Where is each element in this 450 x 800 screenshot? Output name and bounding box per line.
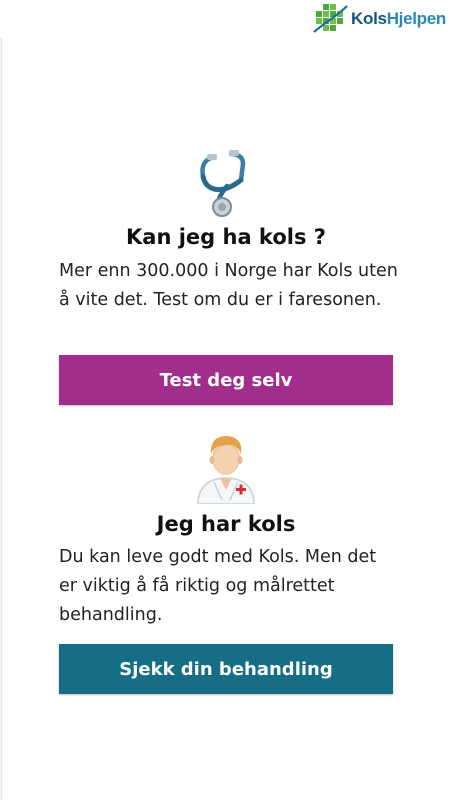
logo-text: KolsHjelpen <box>351 9 446 29</box>
have-kols-section-title: Jeg har kols <box>156 512 296 536</box>
test-yourself-button[interactable]: Test deg selv <box>59 355 393 405</box>
stethoscope-icon-wrap <box>2 146 450 218</box>
main-card: Kan jeg ha kols ? Mer enn 300.000 i Norg… <box>1 38 450 800</box>
doctor-icon-wrap <box>2 430 450 504</box>
logo-text-kols: Kols <box>351 9 387 28</box>
doctor-icon <box>197 436 255 504</box>
test-section-title: Kan jeg ha kols ? <box>126 225 326 249</box>
have-kols-section-text: Du kan leve godt med Kols. Men det er vi… <box>59 547 377 625</box>
test-section-text: Mer enn 300.000 i Norge har Kols uten å … <box>59 261 398 310</box>
logo-cross-icon <box>313 4 348 33</box>
logo-text-hjelpen: Hjelpen <box>386 9 447 28</box>
kolshjelpen-logo[interactable]: KolsHjelpen <box>311 2 446 36</box>
stethoscope-icon <box>200 150 246 217</box>
app-header: KolsHjelpen <box>0 0 450 38</box>
check-treatment-button[interactable]: Sjekk din behandling <box>59 644 393 694</box>
